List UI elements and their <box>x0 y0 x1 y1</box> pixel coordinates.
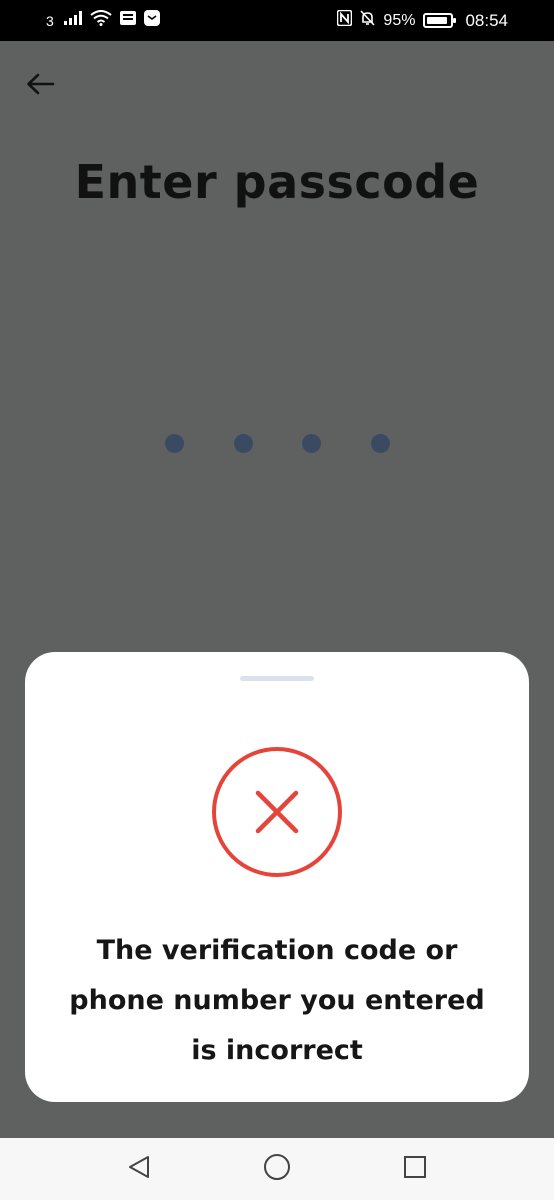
nfc-icon <box>337 9 353 31</box>
square-recents-icon <box>402 1154 428 1184</box>
nav-recents-button[interactable] <box>395 1149 435 1189</box>
clock: 08:54 <box>465 10 508 30</box>
passcode-dot <box>165 434 184 453</box>
error-x-icon <box>211 746 343 878</box>
status-right: 95% 08:54 <box>337 9 508 31</box>
passcode-dot <box>233 434 253 453</box>
bell-off-icon <box>360 10 376 31</box>
carrier-label: 3 <box>46 12 54 29</box>
nav-back-button[interactable] <box>119 1149 159 1189</box>
triangle-back-icon <box>126 1154 152 1184</box>
error-message: The verification code or phone number yo… <box>55 926 499 1076</box>
page-title: Enter passcode <box>74 155 480 209</box>
error-message-line: The verification code or <box>96 935 458 966</box>
passcode-dot <box>370 434 390 453</box>
arrow-left-icon <box>25 72 55 100</box>
error-bottom-sheet: The verification code or phone number yo… <box>25 652 529 1102</box>
battery-percent: 95% <box>383 11 416 29</box>
sheet-drag-handle[interactable] <box>240 676 314 681</box>
nav-home-button[interactable] <box>257 1149 297 1189</box>
status-left: 3 <box>46 10 160 31</box>
passcode-dot <box>302 434 322 453</box>
app-notification-icon <box>143 10 160 31</box>
battery-icon <box>423 13 457 28</box>
screen: 3 95% 08:54 Enter passcode The verificat… <box>0 0 554 1200</box>
passcode-dots <box>165 434 390 454</box>
error-message-line: is incorrect <box>191 1035 363 1066</box>
signal-icon <box>63 11 82 30</box>
circle-home-icon <box>263 1153 291 1185</box>
system-nav-bar <box>0 1138 554 1200</box>
message-icon <box>119 11 136 30</box>
wifi-icon <box>90 10 112 31</box>
error-message-line: phone number you entered <box>69 985 485 1016</box>
status-bar: 3 95% 08:54 <box>0 0 554 41</box>
back-button[interactable] <box>22 68 58 104</box>
